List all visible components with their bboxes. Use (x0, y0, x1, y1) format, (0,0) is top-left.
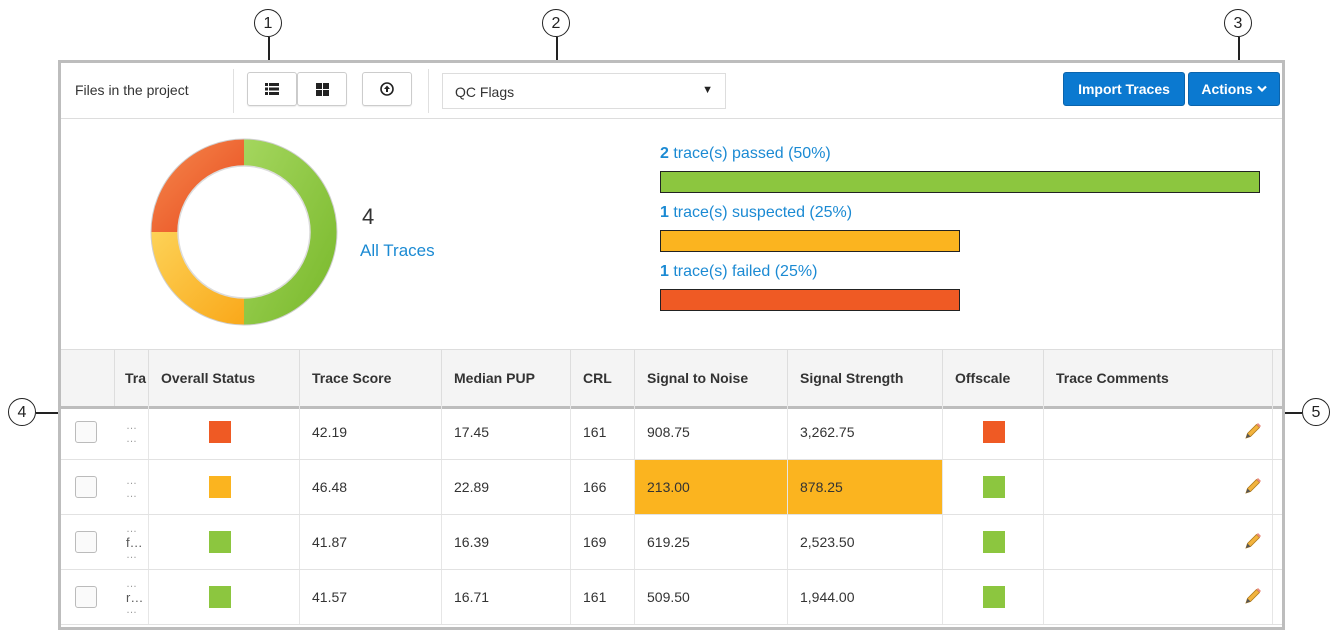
column-header-trace-name[interactable]: Tra (115, 350, 149, 406)
toolbar-divider (428, 69, 429, 113)
offscale-indicator-passed (983, 531, 1005, 553)
callout-5: 5 (1302, 398, 1330, 426)
stat-text: trace(s) failed (25%) (668, 263, 818, 280)
toolbar-divider (233, 69, 234, 113)
table-row[interactable]: …… 42.19 17.45 161 908.75 3,262.75 (61, 405, 1282, 460)
stat-bar-passed (660, 171, 1260, 193)
offscale-indicator-failed (983, 421, 1005, 443)
import-traces-label: Import Traces (1078, 81, 1170, 97)
table-row[interactable]: … r…… 41.57 16.71 161 509.50 1,944.00 (61, 570, 1282, 625)
all-traces-link[interactable]: All Traces (360, 241, 435, 261)
cell-median-pup: 17.45 (442, 405, 571, 459)
cell-signal-to-noise: 908.75 (635, 405, 788, 459)
callout-2: 2 (542, 9, 570, 37)
cell-crl: 169 (571, 515, 635, 569)
grid-view-button[interactable] (297, 72, 347, 106)
cell-signal-strength: 1,944.00 (788, 570, 943, 624)
cell-signal-strength: 878.25 (788, 460, 943, 514)
files-label: Files in the project (75, 82, 189, 98)
cell-trace-name (115, 570, 149, 624)
grid-icon (315, 82, 329, 96)
edit-comment-pencil-icon[interactable] (1243, 586, 1263, 606)
offscale-indicator-passed (983, 476, 1005, 498)
overall-status-indicator-passed (209, 586, 231, 608)
table-row[interactable]: … f…… 41.87 16.39 169 619.25 2,523.50 (61, 515, 1282, 570)
cell-trace-comments (1044, 570, 1273, 624)
filter-select-value: QC Flags (455, 84, 515, 100)
cell-trace-name (115, 405, 149, 459)
overall-status-indicator-suspected (209, 476, 231, 498)
actions-label: Actions (1201, 81, 1253, 97)
row-checkbox[interactable] (75, 586, 97, 608)
stat-passed-link[interactable]: 2 trace(s) passed (50%) (660, 145, 831, 163)
cell-median-pup: 16.39 (442, 515, 571, 569)
column-header-median-pup[interactable]: Median PUP (442, 350, 571, 406)
qc-panel: Files in the project QC Flags ▼ Import T… (58, 60, 1285, 630)
filter-select[interactable]: QC Flags ▼ (442, 73, 726, 109)
stat-failed-link[interactable]: 1 trace(s) failed (25%) (660, 263, 817, 281)
status-donut-chart (150, 138, 338, 326)
actions-button[interactable]: Actions (1188, 72, 1280, 106)
column-header-offscale[interactable]: Offscale (943, 350, 1044, 406)
cell-signal-to-noise: 619.25 (635, 515, 788, 569)
cell-trace-score: 42.19 (300, 405, 442, 459)
upload-icon (380, 82, 394, 96)
cell-median-pup: 22.89 (442, 460, 571, 514)
list-view-button[interactable] (247, 72, 297, 106)
stat-count: 1 (660, 204, 669, 221)
row-checkbox[interactable] (75, 531, 97, 553)
edit-comment-pencil-icon[interactable] (1243, 421, 1263, 441)
column-header-crl[interactable]: CRL (571, 350, 635, 406)
overall-status-indicator-passed (209, 531, 231, 553)
total-traces-count: 4 (362, 204, 375, 229)
stat-suspected-link[interactable]: 1 trace(s) suspected (25%) (660, 204, 852, 222)
cell-trace-score: 46.48 (300, 460, 442, 514)
cell-crl: 161 (571, 570, 635, 624)
offscale-indicator-passed (983, 586, 1005, 608)
callout-3: 3 (1224, 9, 1252, 37)
column-header-trace-score[interactable]: Trace Score (300, 350, 442, 406)
column-header-trace-comments[interactable]: Trace Comments (1044, 350, 1273, 406)
callout-1: 1 (254, 9, 282, 37)
edit-comment-pencil-icon[interactable] (1243, 531, 1263, 551)
chevron-down-icon (1256, 85, 1267, 93)
stat-text: trace(s) passed (50%) (668, 145, 831, 162)
overall-status-indicator-failed (209, 421, 231, 443)
list-icon (265, 83, 279, 95)
column-header-select[interactable] (61, 350, 115, 406)
stat-count: 2 (660, 145, 669, 162)
stat-text: trace(s) suspected (25%) (668, 204, 853, 221)
cell-trace-comments (1044, 405, 1273, 459)
cell-trace-score: 41.57 (300, 570, 442, 624)
cell-crl: 161 (571, 405, 635, 459)
cell-signal-strength: 2,523.50 (788, 515, 943, 569)
toolbar: Files in the project QC Flags ▼ Import T… (61, 63, 1282, 119)
cell-crl: 166 (571, 460, 635, 514)
qc-summary: 4 All Traces 2 trace(s) passed (50%) 1 tr… (61, 119, 1282, 349)
cell-signal-strength: 3,262.75 (788, 405, 943, 459)
edit-comment-pencil-icon[interactable] (1243, 476, 1263, 496)
cell-trace-name (115, 515, 149, 569)
stat-count: 1 (660, 263, 669, 280)
cell-signal-to-noise: 509.50 (635, 570, 788, 624)
column-header-signal-strength[interactable]: Signal Strength (788, 350, 943, 406)
cell-trace-comments (1044, 460, 1273, 514)
row-checkbox[interactable] (75, 476, 97, 498)
upload-button[interactable] (362, 72, 412, 106)
cell-trace-score: 41.87 (300, 515, 442, 569)
import-traces-button[interactable]: Import Traces (1063, 72, 1185, 106)
table-header: Tra Overall Status Trace Score Median PUP CR… (61, 349, 1282, 409)
row-checkbox[interactable] (75, 421, 97, 443)
stat-bar-suspected (660, 230, 960, 252)
cell-signal-to-noise: 213.00 (635, 460, 788, 514)
stat-bar-failed (660, 289, 960, 311)
callout-4: 4 (8, 398, 36, 426)
cell-trace-name (115, 460, 149, 514)
table-row[interactable]: …… 46.48 22.89 166 213.00 878.25 (61, 460, 1282, 515)
cell-median-pup: 16.71 (442, 570, 571, 624)
caret-down-icon: ▼ (702, 84, 713, 96)
cell-trace-comments (1044, 515, 1273, 569)
column-header-overall-status[interactable]: Overall Status (149, 350, 300, 406)
column-header-signal-to-noise[interactable]: Signal to Noise (635, 350, 788, 406)
